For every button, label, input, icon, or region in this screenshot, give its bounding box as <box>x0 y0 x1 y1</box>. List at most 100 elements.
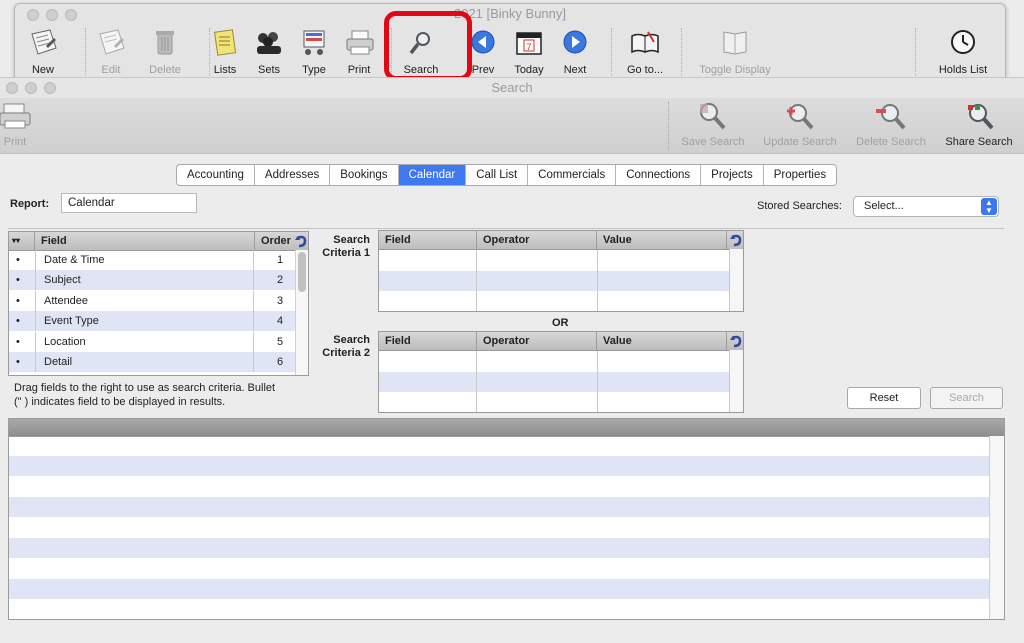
field-name: Attendee <box>44 294 89 307</box>
field-row[interactable]: • Event Type 4 <box>9 311 295 332</box>
criteria-row[interactable] <box>379 270 729 292</box>
display-bullet[interactable]: • <box>16 270 36 291</box>
help-text-line2: (" ) indicates field to be displayed in … <box>14 396 226 408</box>
fields-table: ▾▾ Field Order • Date & Time 1 • Subject 2 • At… <box>8 231 309 376</box>
search-window-titlebar: Search <box>0 78 1024 98</box>
criteria-scrollbar[interactable] <box>729 350 743 412</box>
results-row[interactable] <box>9 456 991 477</box>
print-button[interactable]: Print <box>337 24 381 78</box>
field-order: 3 <box>277 294 284 307</box>
tab-properties[interactable]: Properties <box>764 165 836 185</box>
zoom-window-button[interactable] <box>44 82 56 94</box>
order-column-header[interactable]: Order <box>255 232 295 250</box>
criteria-table-header: Field Operator Value <box>379 332 743 351</box>
field-row[interactable]: • Location 5 <box>9 331 295 352</box>
open-book-icon <box>723 31 747 55</box>
criteria-row[interactable] <box>379 371 729 393</box>
display-bullet[interactable]: • <box>16 290 36 311</box>
share-search-button[interactable]: Share Search <box>944 98 1014 153</box>
holds-button[interactable]: Holds List <box>933 24 993 78</box>
delete-search-button[interactable]: Delete Search <box>855 98 927 153</box>
tab-commercials[interactable]: Commercials <box>528 165 617 185</box>
results-row[interactable] <box>9 477 991 497</box>
calendar-day-number: 7 <box>526 42 531 52</box>
new-button[interactable]: New <box>21 24 65 78</box>
display-bullet[interactable]: • <box>16 250 36 270</box>
criteria-row[interactable] <box>379 351 729 372</box>
criteria2-table[interactable]: Field Operator Value <box>378 331 744 413</box>
display-bullet[interactable]: • <box>16 311 36 332</box>
results-row[interactable] <box>9 497 991 518</box>
clear-criteria-icon[interactable] <box>729 334 743 348</box>
minimize-window-button[interactable] <box>25 82 37 94</box>
field-row[interactable]: • Subject 2 <box>9 270 295 291</box>
results-row[interactable] <box>9 558 991 578</box>
report-field[interactable]: Calendar <box>61 193 197 213</box>
criteria1-table[interactable]: Field Operator Value <box>378 230 744 312</box>
divider <box>8 228 1004 229</box>
delete-label: Delete <box>149 64 181 76</box>
toggle-label: Toggle Display <box>699 64 771 76</box>
results-row[interactable] <box>9 599 991 619</box>
field-row[interactable]: • Detail 6 <box>9 352 295 372</box>
results-row[interactable] <box>9 538 991 558</box>
holds-label: Holds List <box>938 64 988 76</box>
edit-button[interactable]: Edit <box>89 24 133 78</box>
tab-call-list[interactable]: Call List <box>466 165 529 185</box>
toggle-button[interactable]: Toggle Display <box>695 24 775 78</box>
update-search-button[interactable]: Update Search <box>762 98 838 153</box>
results-row[interactable] <box>9 436 991 456</box>
criteria-table-header: Field Operator Value <box>379 231 743 250</box>
goto-button[interactable]: Go to... <box>615 24 675 78</box>
results-table <box>8 418 1005 620</box>
main-window: 2021 [Binky Bunny] New Edit Delete Lists Set… <box>14 3 1006 81</box>
next-label: Next <box>563 64 587 76</box>
tab-projects[interactable]: Projects <box>701 165 764 185</box>
results-row[interactable] <box>9 518 991 538</box>
type-cart-icon <box>303 30 325 55</box>
field-name: Location <box>44 335 86 348</box>
search-button[interactable]: Search <box>930 387 1003 409</box>
tab-calendar[interactable]: Calendar <box>398 165 467 185</box>
save-search-button[interactable]: Save Search <box>680 98 746 153</box>
criteria-row[interactable] <box>379 291 729 311</box>
field-row[interactable]: • Attendee 3 <box>9 290 295 311</box>
criteria-row[interactable] <box>379 392 729 412</box>
fields-scrollbar[interactable] <box>295 250 308 375</box>
print-button[interactable]: Print <box>0 98 31 153</box>
criteria2-label: Search Criteria 2 <box>322 334 370 359</box>
scrollbar-thumb[interactable] <box>298 252 306 292</box>
search-window-title: Search <box>491 80 533 95</box>
tab-bookings[interactable]: Bookings <box>330 165 399 185</box>
field-row[interactable]: • Date & Time 1 <box>9 250 295 270</box>
criteria1-label: Search Criteria 1 <box>322 234 370 259</box>
criteria-scrollbar[interactable] <box>729 249 743 311</box>
updown-chevron-icon: ▲ ▼ <box>981 198 997 215</box>
edit-doc-icon <box>99 29 125 55</box>
criteria-row[interactable] <box>379 250 729 271</box>
delete-button[interactable]: Delete <box>143 24 187 78</box>
tab-accounting[interactable]: Accounting <box>177 165 255 185</box>
field-name: Detail <box>44 356 73 368</box>
arrow-right-icon <box>563 30 587 54</box>
close-window-button[interactable] <box>6 82 18 94</box>
stored-searches-select[interactable]: Select... ▲ ▼ <box>853 196 999 217</box>
tab-connections[interactable]: Connections <box>616 165 702 185</box>
results-row[interactable] <box>9 578 991 599</box>
delete-search-icon <box>876 104 906 130</box>
field-name: Date & Time <box>44 254 105 266</box>
display-bullet[interactable]: • <box>16 331 36 352</box>
reset-button[interactable]: Reset <box>847 387 921 409</box>
reset-order-icon[interactable] <box>294 234 308 248</box>
sort-toggle-icon[interactable]: ▾▾ <box>9 232 35 250</box>
results-table-header <box>9 419 1004 437</box>
tab-addresses[interactable]: Addresses <box>255 165 331 185</box>
people-sets-icon <box>257 32 281 54</box>
display-bullet[interactable]: • <box>16 352 36 372</box>
next-button[interactable]: Next <box>553 24 597 78</box>
stored-searches-label: Stored Searches: <box>757 200 842 212</box>
toolbar-separator <box>915 28 916 76</box>
clear-criteria-icon[interactable] <box>729 233 743 247</box>
field-column-header[interactable]: Field <box>35 232 255 250</box>
results-scrollbar[interactable] <box>989 436 1004 619</box>
